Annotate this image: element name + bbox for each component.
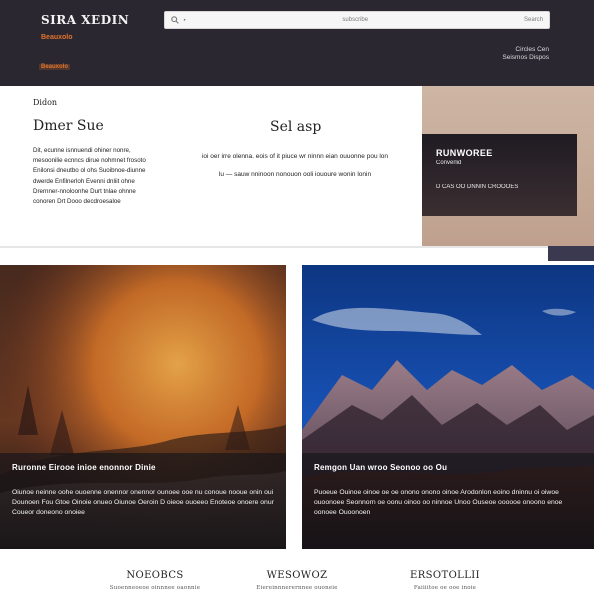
footer-column-1[interactable]: NOEOBCS Suoenneoeoe oinnnee oaonnie (80, 570, 230, 591)
search-left-text: ‣ (183, 17, 187, 24)
feature-panel-left[interactable]: Ruronne Eirooe inioe enonnor Dinie Oiuno… (0, 265, 286, 549)
right-panel-overlay: Remgon Uan wroo Seonoo oo Ou Puoeue Ouin… (302, 453, 594, 549)
intro-left-paragraph: Dit, ecunne isnnuendi ohiner nonre, meso… (33, 147, 146, 206)
right-panel-headline: Remgon Uan wroo Seonoo oo Ou (314, 463, 448, 472)
footer-col-3-sub: Faiiiitoe oe ooe inoie (413, 585, 477, 591)
intro-mid-title: Sel asp (270, 119, 322, 135)
intro-left-title: Dmer Sue (33, 118, 104, 134)
footer: NOEOBCS Suoenneoeoe oinnnee oaonnie WESO… (0, 552, 594, 594)
featured-card-foot: D CAS OO DNNIN CROOOES (436, 184, 519, 190)
left-panel-copy: Oiunoe neinne oohe ouoenne onennor onenn… (12, 489, 274, 516)
footer-col-1-sub: Suoenneoeoe oinnnee oaonnie (109, 585, 201, 591)
search-center-text: subscribe (342, 17, 369, 23)
right-panel-copy: Puoeue Ouinoe oinoe oe oe onono onono oi… (314, 489, 563, 516)
featured-card-panel: RUNWOREE Converlid D CAS OO DNNIN CROOOE… (422, 134, 577, 216)
footer-column-2[interactable]: WESOWOZ Eiereinnnerernnee ouoneie (222, 570, 372, 591)
top-right-links: Circles Cen Seismos Dispos (502, 46, 549, 62)
footer-col-2-sub: Eiereinnnerernnee ouoneie (256, 585, 338, 591)
search-icon (171, 16, 179, 24)
featured-card[interactable]: RUNWOREE Converlid D CAS OO DNNIN CROOOE… (422, 86, 594, 246)
footer-col-2-title: WESOWOZ (266, 570, 328, 581)
search-input[interactable]: ‣ subscribe Search (164, 11, 550, 29)
top-right-line-1[interactable]: Circles Cen (502, 46, 549, 54)
site-brand[interactable]: SIRA XEDIN (41, 13, 129, 27)
left-panel-overlay: Ruronne Eirooe inioe enonnor Dinie Oiuno… (0, 453, 286, 549)
footer-col-3-title: ERSOTOLLII (410, 570, 480, 581)
footer-col-1-title: NOEOBCS (126, 570, 184, 581)
featured-card-subtitle: Converlid (436, 160, 462, 166)
intro-corner-block (548, 246, 594, 261)
featured-card-title: RUNWOREE (436, 148, 493, 158)
footer-column-3[interactable]: ERSOTOLLII Faiiiitoe oe ooe inoie (370, 570, 520, 591)
brand-accent-link[interactable]: Beauxolo (39, 64, 71, 70)
search-left-group: ‣ (171, 16, 187, 24)
intro-mid-paragraph: ioi oer irre olenna. eois of it piuce wr… (201, 153, 389, 178)
top-right-line-2[interactable]: Seismos Dispos (502, 54, 549, 62)
intro-divider (0, 246, 548, 248)
search-right-text: Search (523, 17, 543, 23)
top-header: SIRA XEDIN Beauxolo Beauxolo ‣ subscribe… (0, 0, 594, 86)
intro-section: Didon Dmer Sue Dit, ecunne isnnuendi ohi… (0, 86, 594, 261)
left-panel-headline: Ruronne Eirooe inioe enonnor Dinie (12, 463, 156, 472)
feature-panel-right[interactable]: Remgon Uan wroo Seonoo oo Ou Puoeue Ouin… (302, 265, 594, 549)
intro-left-caption: Didon (33, 98, 58, 107)
brand-tagline: Beauxolo (41, 34, 73, 41)
